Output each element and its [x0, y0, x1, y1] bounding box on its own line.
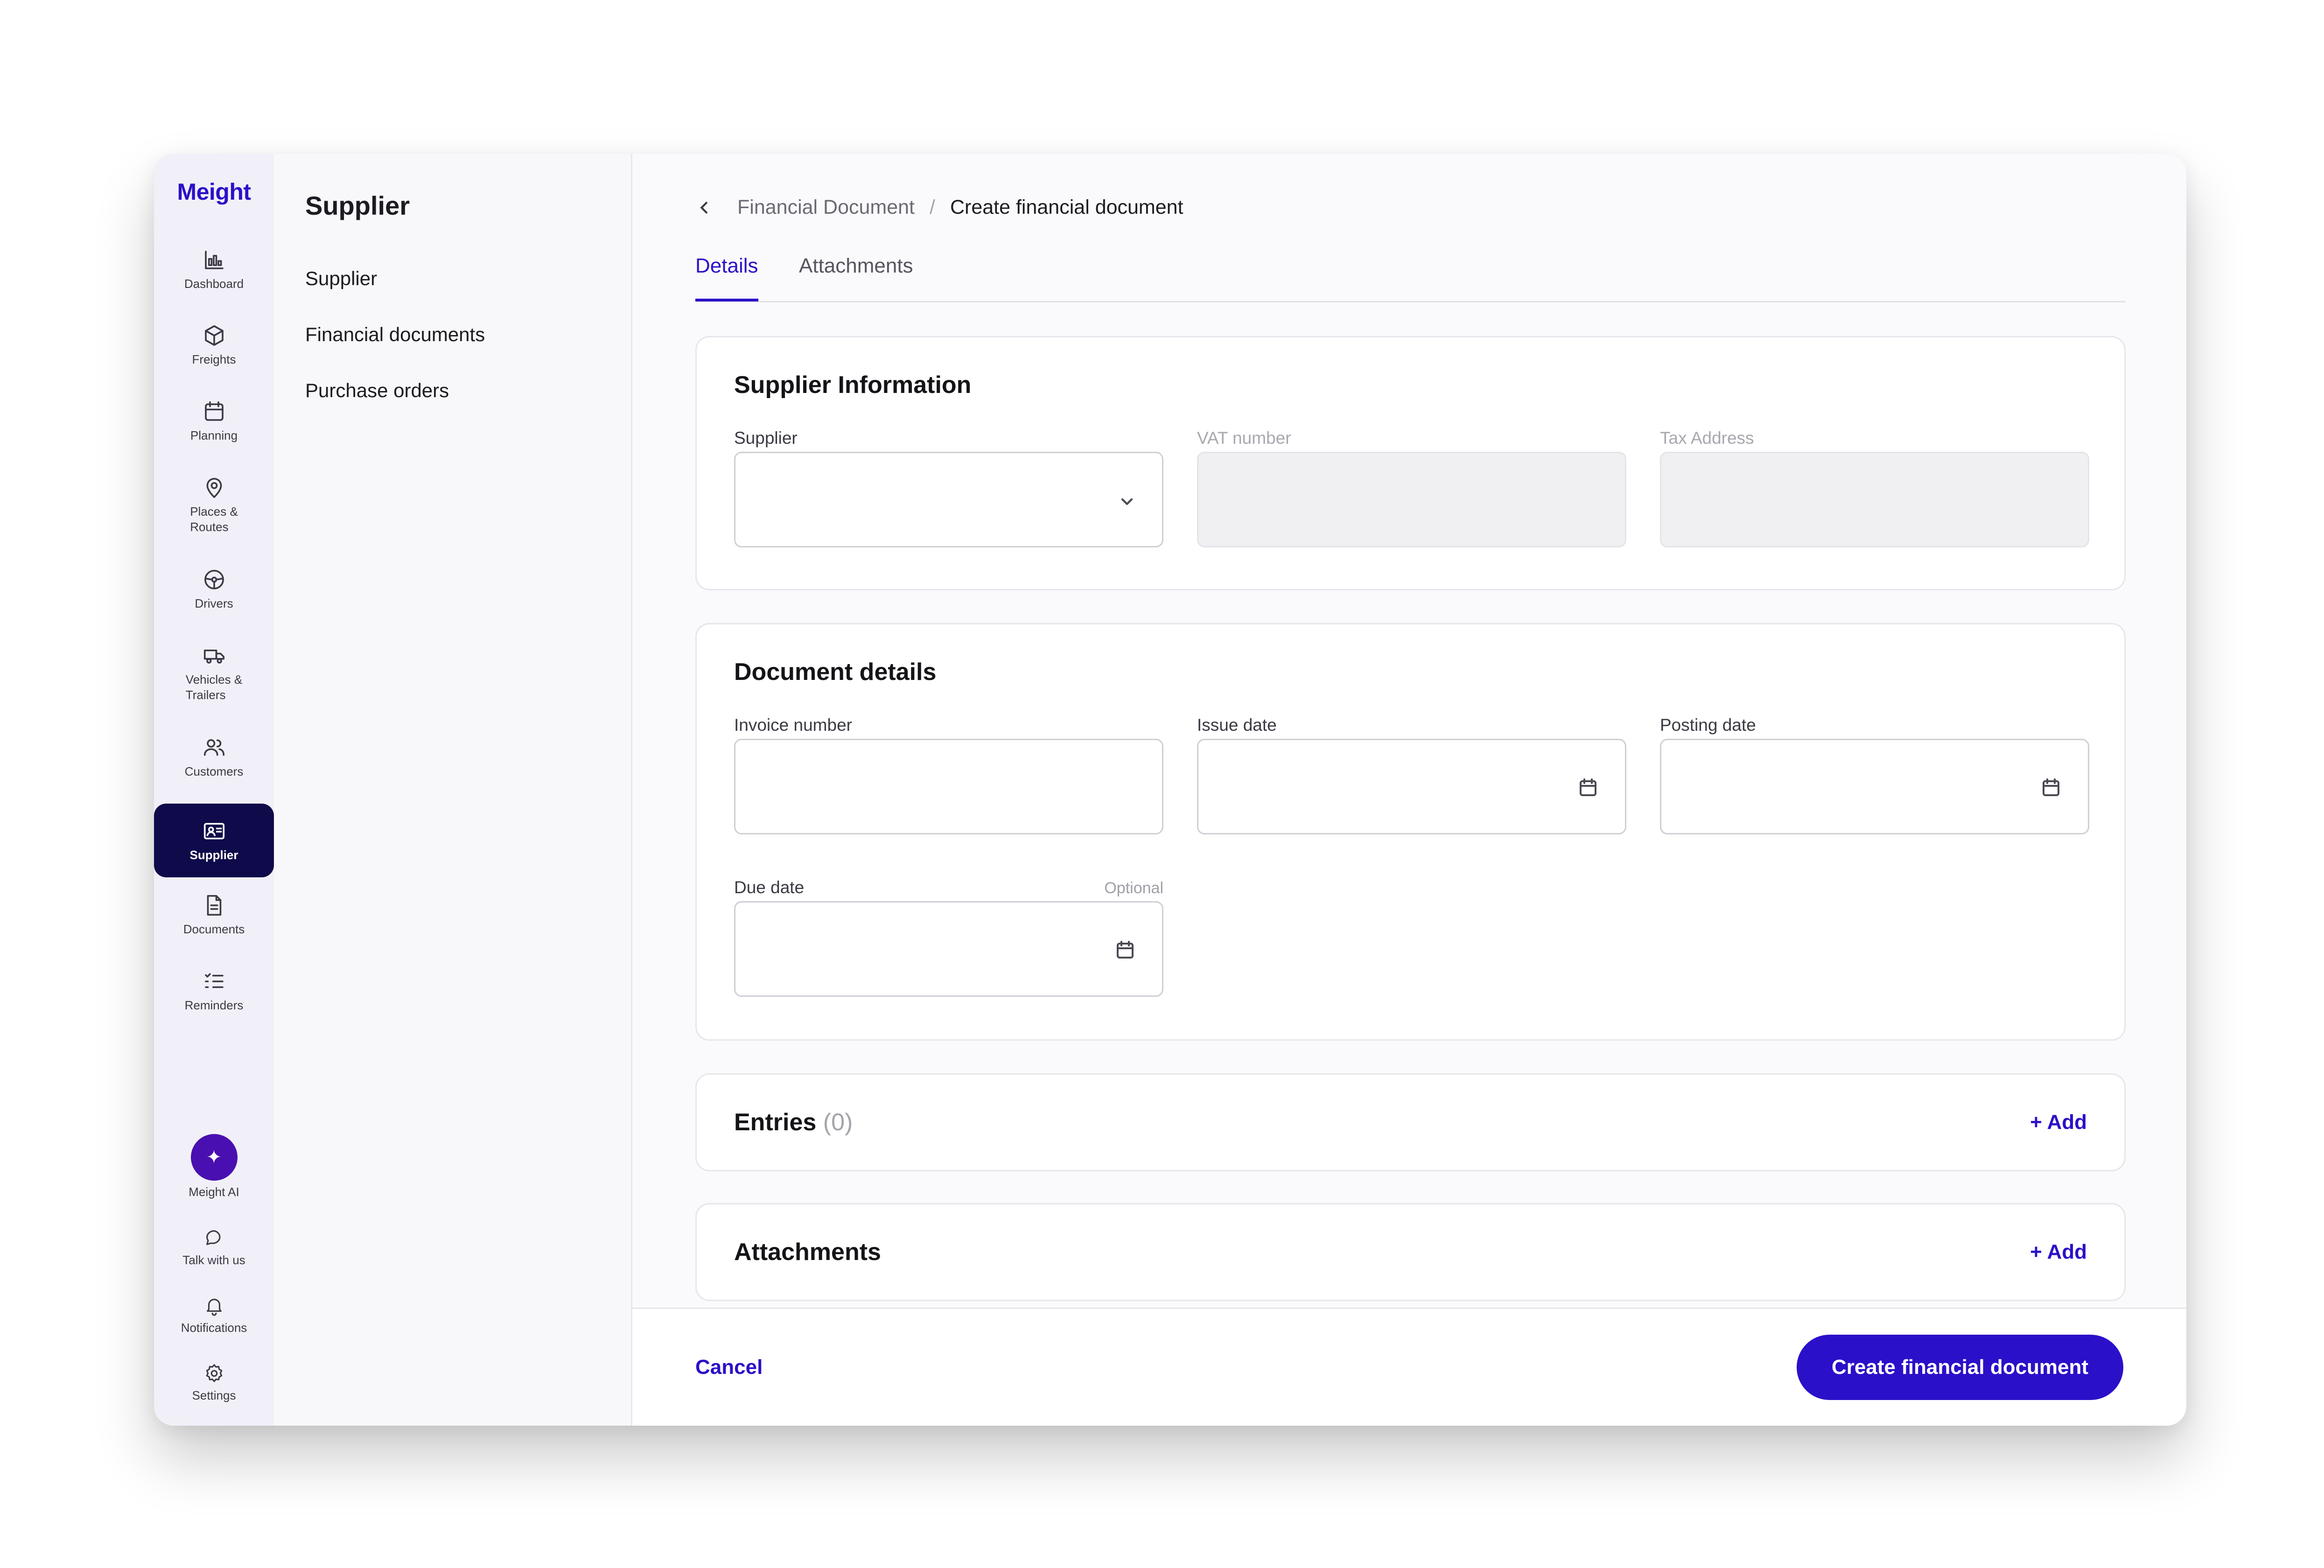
nav-reminders[interactable]: Reminders: [154, 969, 274, 1013]
tax-address-label: Tax Address: [1660, 428, 1754, 448]
nav-label: Freights: [192, 352, 236, 366]
cancel-button[interactable]: Cancel: [695, 1356, 763, 1379]
subnav-title: Supplier: [305, 191, 410, 220]
tab-attachments[interactable]: Attachments: [799, 254, 913, 299]
nav-places-routes[interactable]: Places & Routes: [154, 475, 274, 535]
create-financial-document-button[interactable]: Create financial document: [1797, 1335, 2123, 1400]
supplier-subnav: Supplier Supplier Financial documents Pu…: [274, 154, 632, 1426]
nav-settings[interactable]: Settings: [154, 1363, 274, 1403]
app-logo[interactable]: Meight: [154, 178, 274, 205]
id-card-icon: [203, 822, 224, 840]
bell-icon: [206, 1299, 222, 1316]
nav-label: Vehicles & Trailers: [185, 672, 243, 702]
truck-icon: [203, 649, 224, 664]
nav-label: Notifications: [181, 1321, 247, 1335]
calendar-icon[interactable]: [2040, 777, 2062, 799]
calendar-icon: [204, 401, 224, 421]
nav-label: Reminders: [184, 998, 244, 1012]
section-title: Entries (0): [734, 1108, 853, 1136]
nav-documents[interactable]: Documents: [154, 893, 274, 937]
calendar-icon[interactable]: [1114, 939, 1136, 961]
nav-label: Places & Routes: [190, 504, 238, 534]
section-title: Document details: [734, 658, 937, 686]
issue-date-input[interactable]: [1197, 739, 1626, 834]
nav-customers[interactable]: Customers: [154, 735, 274, 779]
breadcrumb: Financial Document / Create financial do…: [695, 196, 1183, 219]
breadcrumb-separator: /: [930, 196, 935, 218]
nav-label: Customers: [184, 764, 244, 778]
nav-talk-with-us[interactable]: Talk with us: [154, 1227, 274, 1268]
bar-chart-icon: [204, 251, 224, 269]
nav-vehicles-trailers[interactable]: Vehicles & Trailers: [154, 643, 274, 703]
supplier-select[interactable]: [734, 452, 1163, 547]
main-content: Financial Document / Create financial do…: [632, 154, 2186, 1426]
tax-address-field: [1660, 452, 2089, 547]
issue-date-label: Issue date: [1197, 715, 1277, 735]
nav-label: Meight AI: [189, 1185, 239, 1199]
vat-number-label: VAT number: [1197, 428, 1291, 448]
invoice-number-input[interactable]: [734, 739, 1163, 834]
entries-count: (0): [823, 1109, 853, 1136]
nav-label: Talk with us: [182, 1253, 245, 1267]
box-icon: [204, 325, 224, 346]
nav-drivers[interactable]: Drivers: [154, 567, 274, 611]
nav-label: Settings: [192, 1388, 236, 1402]
tab-bar: Details Attachments: [695, 254, 2126, 302]
nav-label: Drivers: [195, 596, 233, 610]
users-icon: [203, 739, 224, 756]
nav-dashboard[interactable]: Dashboard: [154, 247, 274, 292]
nav-supplier[interactable]: Supplier: [154, 804, 274, 877]
breadcrumb-parent[interactable]: Financial Document: [737, 196, 915, 219]
nav-label: Dashboard: [184, 277, 244, 291]
chevron-down-icon: [1121, 498, 1133, 505]
list-check-icon: [204, 973, 224, 988]
nav-label: Planning: [190, 428, 238, 442]
supplier-information-card: Supplier Information Supplier VAT number…: [695, 336, 2126, 590]
section-title: Supplier Information: [734, 371, 972, 399]
chevron-left-icon[interactable]: [695, 198, 714, 217]
document-details-card: Document details Invoice number Issue da…: [695, 623, 2126, 1041]
posting-date-input[interactable]: [1660, 739, 2089, 834]
posting-date-label: Posting date: [1660, 715, 1756, 735]
document-icon: [207, 895, 221, 916]
chat-bubble-icon: [206, 1230, 220, 1245]
steering-wheel-icon: [204, 570, 224, 589]
app-window: Meight Dashboard Freights Planning Place…: [154, 154, 2186, 1426]
map-pin-icon: [206, 478, 222, 498]
form-footer: Cancel Create financial document: [632, 1308, 2186, 1426]
gear-icon: [206, 1364, 222, 1382]
tab-details[interactable]: Details: [695, 254, 758, 301]
nav-rail: Meight Dashboard Freights Planning Place…: [154, 154, 274, 1426]
nav-notifications[interactable]: Notifications: [154, 1295, 274, 1336]
subnav-link-supplier[interactable]: Supplier: [305, 267, 377, 290]
add-attachment-button[interactable]: + Add: [2030, 1240, 2087, 1264]
nav-meight-ai[interactable]: ✦ Meight AI: [154, 1134, 274, 1200]
add-entry-button[interactable]: + Add: [2030, 1111, 2087, 1134]
nav-planning[interactable]: Planning: [154, 399, 274, 443]
entries-title: Entries: [734, 1109, 817, 1136]
subnav-link-purchase-orders[interactable]: Purchase orders: [305, 379, 449, 402]
supplier-label: Supplier: [734, 428, 798, 448]
due-date-input[interactable]: [734, 901, 1163, 997]
invoice-number-label: Invoice number: [734, 715, 852, 735]
optional-hint: Optional: [1104, 879, 1163, 897]
sparkle-icon: ✦: [190, 1134, 238, 1181]
calendar-icon[interactable]: [1577, 777, 1599, 799]
nav-freights[interactable]: Freights: [154, 323, 274, 367]
nav-label: Supplier: [189, 847, 238, 862]
due-date-label: Due date: [734, 878, 805, 897]
section-title: Attachments: [734, 1239, 881, 1266]
attachments-card: Attachments + Add: [695, 1203, 2126, 1301]
nav-label: Documents: [183, 922, 245, 936]
vat-number-field: [1197, 452, 1626, 547]
subnav-link-financial-documents[interactable]: Financial documents: [305, 323, 485, 346]
entries-card: Entries (0) + Add: [695, 1073, 2126, 1171]
breadcrumb-current: Create financial document: [950, 196, 1183, 218]
